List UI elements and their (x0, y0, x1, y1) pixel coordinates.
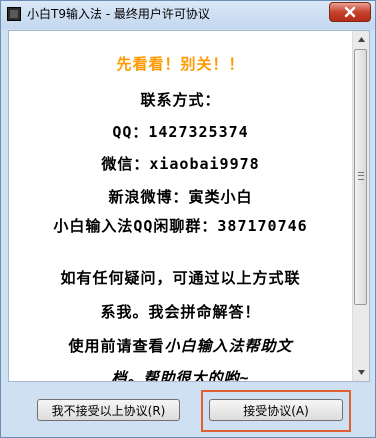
help-doc-link-text: 小白输入法帮助文 (164, 337, 293, 355)
license-line-prefix: 使用前请查看 (68, 337, 165, 355)
title-bar: 小白T9输入法 - 最终用户许可协议 (1, 1, 375, 29)
license-text: 先看看！别关！！ 联系方式： QQ：1427325374 微信：xiaobai9… (9, 31, 352, 381)
license-line: 使用前请查看小白输入法帮助文 (9, 335, 352, 356)
license-line: 档。帮助很大的哟~ (111, 369, 250, 381)
license-line: 先看看！别关！！ (116, 55, 245, 73)
license-line: QQ：1427325374 (112, 123, 249, 141)
license-line: 新浪微博：寅类小白 (108, 188, 253, 206)
license-line: 小白输入法QQ闲聊群：387170746 (53, 217, 308, 235)
vertical-scrollbar[interactable] (352, 31, 369, 381)
license-dialog: 小白T9输入法 - 最终用户许可协议 先看看！别关！！ 联系方式： QQ：142… (0, 0, 376, 438)
accept-button[interactable]: 接受协议(A) (209, 399, 343, 421)
license-line: 如有任何疑问，可通过以上方式联 (60, 269, 301, 287)
scroll-thumb[interactable] (354, 49, 367, 305)
window-title: 小白T9输入法 - 最终用户许可协议 (27, 7, 210, 21)
close-icon (344, 6, 356, 18)
license-text-box[interactable]: 先看看！别关！！ 联系方式： QQ：1427325374 微信：xiaobai9… (8, 30, 370, 382)
scroll-grip-icon (358, 172, 364, 180)
decline-button[interactable]: 我不接受以上协议(R) (37, 399, 180, 421)
scroll-down-button[interactable] (353, 364, 369, 381)
scroll-up-button[interactable] (353, 31, 369, 48)
close-button[interactable] (329, 2, 371, 22)
license-line: 微信：xiaobai9978 (101, 155, 260, 173)
app-icon (7, 7, 21, 21)
chevron-up-icon (357, 37, 365, 42)
license-line: 系我。我会拼命解答！ (100, 303, 261, 321)
chevron-down-icon (357, 370, 365, 375)
license-line: 联系方式： (140, 91, 221, 109)
